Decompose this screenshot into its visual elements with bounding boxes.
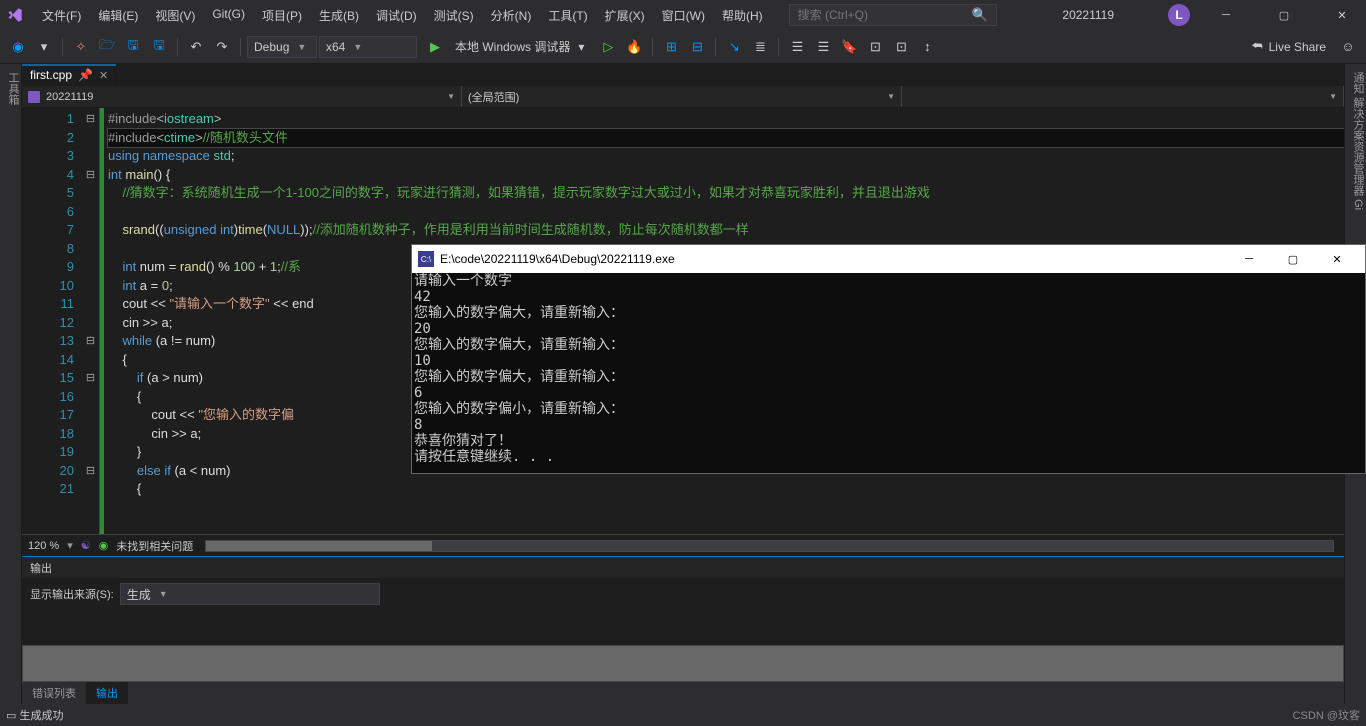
- close-button[interactable]: ✕: [1320, 0, 1364, 30]
- search-icon: 🔍: [971, 7, 987, 23]
- nav-scope-combo[interactable]: (全局范围)▼: [462, 86, 902, 107]
- nav-back-icon[interactable]: ◉: [6, 35, 30, 59]
- console-maximize[interactable]: ▢: [1271, 245, 1315, 273]
- project-icon: [28, 91, 40, 103]
- misc-icon-3[interactable]: ↕: [915, 35, 939, 59]
- main-menu: 文件(F)编辑(E)视图(V)Git(G)项目(P)生成(B)调试(D)测试(S…: [34, 2, 771, 29]
- tab-error-list[interactable]: 错误列表: [22, 682, 86, 704]
- file-tab-first-cpp[interactable]: first.cpp 📌 ✕: [22, 64, 117, 85]
- menu-帮助(H)[interactable]: 帮助(H): [714, 2, 771, 29]
- menu-生成(B)[interactable]: 生成(B): [311, 2, 367, 29]
- menu-视图(V)[interactable]: 视图(V): [147, 2, 203, 29]
- fold-gutter[interactable]: ⊟ ⊟ ⊟ ⊟ ⊟: [82, 108, 100, 534]
- bottom-tabs: 错误列表 输出: [22, 682, 1344, 704]
- editor-tabs: first.cpp 📌 ✕: [22, 64, 1344, 86]
- tab-label: first.cpp: [30, 68, 72, 82]
- console-titlebar[interactable]: C:\ E:\code\20221119\x64\Debug\20221119.…: [412, 245, 1365, 273]
- watermark: CSDN @玟客: [1293, 707, 1360, 723]
- vs-logo-icon: [6, 6, 24, 24]
- console-body[interactable]: 请输入一个数字 42 您输入的数字偏大，请重新输入： 20 您输入的数字偏大，请…: [412, 273, 1365, 473]
- solution-name: 20221119: [1062, 8, 1114, 22]
- output-body[interactable]: [22, 609, 1344, 645]
- comment-icon[interactable]: ☰: [785, 35, 809, 59]
- menu-窗口(W)[interactable]: 窗口(W): [654, 2, 713, 29]
- title-bar: 文件(F)编辑(E)视图(V)Git(G)项目(P)生成(B)调试(D)测试(S…: [0, 0, 1366, 30]
- build-status-icon: ▭: [6, 709, 16, 722]
- new-item-icon[interactable]: ✧: [69, 35, 93, 59]
- uncomment-icon[interactable]: ☰: [811, 35, 835, 59]
- search-box[interactable]: 🔍: [789, 4, 997, 26]
- menu-调试(D)[interactable]: 调试(D): [368, 2, 425, 29]
- misc-icon-1[interactable]: ⊡: [863, 35, 887, 59]
- ok-icon: ◉: [99, 539, 109, 552]
- user-avatar[interactable]: L: [1168, 4, 1190, 26]
- console-title: E:\code\20221119\x64\Debug\20221119.exe: [440, 252, 675, 266]
- menu-文件(F)[interactable]: 文件(F): [34, 2, 89, 29]
- editor-status-strip: 120 % ▾ ☯ ◉ 未找到相关问题: [22, 534, 1344, 556]
- nav-fwd-icon[interactable]: ▾: [32, 35, 56, 59]
- menu-工具(T)[interactable]: 工具(T): [540, 2, 595, 29]
- play-icon[interactable]: ▶: [423, 35, 447, 59]
- redo-icon[interactable]: ↷: [210, 35, 234, 59]
- save-all-icon[interactable]: 🖫: [147, 35, 171, 59]
- config-combo[interactable]: Debug▼: [247, 36, 317, 58]
- issues-status: 未找到相关问题: [116, 538, 193, 554]
- search-input[interactable]: [798, 8, 972, 22]
- console-minimize[interactable]: ─: [1227, 245, 1271, 273]
- undo-icon[interactable]: ↶: [184, 35, 208, 59]
- step-icon[interactable]: ↘: [722, 35, 746, 59]
- menu-测试(S)[interactable]: 测试(S): [426, 2, 482, 29]
- toggle-icon-1[interactable]: ≣: [748, 35, 772, 59]
- maximize-button[interactable]: ▢: [1262, 0, 1306, 30]
- menu-编辑(E)[interactable]: 编辑(E): [90, 2, 146, 29]
- minimize-button[interactable]: ─: [1204, 0, 1248, 30]
- output-panel: 输出 显示输出来源(S): 生成▼ 错误列表 输出: [22, 556, 1344, 704]
- close-tab-icon[interactable]: ✕: [99, 69, 108, 82]
- feedback-icon[interactable]: ☺: [1336, 35, 1360, 59]
- tab-output[interactable]: 输出: [86, 682, 128, 704]
- status-bar: ▭ 生成成功 CSDN @玟客: [0, 704, 1366, 726]
- menu-项目(P)[interactable]: 项目(P): [254, 2, 310, 29]
- play-no-debug-icon[interactable]: ▷: [596, 35, 620, 59]
- console-window: C:\ E:\code\20221119\x64\Debug\20221119.…: [411, 244, 1366, 474]
- debug-target[interactable]: 本地 Windows 调试器 ▾: [449, 36, 590, 58]
- line-number-gutter: 123456789101112131415161718192021: [22, 108, 82, 534]
- h-scrollbar[interactable]: [205, 540, 1334, 552]
- live-share-button[interactable]: ⮪Live Share: [1243, 35, 1334, 58]
- console-icon: C:\: [418, 251, 434, 267]
- platform-combo[interactable]: x64▼: [319, 36, 417, 58]
- open-icon[interactable]: 🗁: [95, 35, 119, 59]
- issues-icon[interactable]: ☯: [81, 539, 91, 552]
- tool-icon-2[interactable]: ⊟: [685, 35, 709, 59]
- zoom-level[interactable]: 120 %: [28, 540, 59, 552]
- output-source-combo[interactable]: 生成▼: [120, 583, 380, 605]
- tool-icon-1[interactable]: ⊞: [659, 35, 683, 59]
- bookmark-icon[interactable]: 🔖: [837, 35, 861, 59]
- nav-bar: 20221119▼ (全局范围)▼ ▼: [22, 86, 1344, 108]
- save-icon[interactable]: 🖫: [121, 35, 145, 59]
- menu-Git(G)[interactable]: Git(G): [204, 2, 253, 29]
- toolbox-rail[interactable]: 工具箱: [0, 64, 22, 704]
- menu-分析(N)[interactable]: 分析(N): [483, 2, 540, 29]
- nav-member-combo[interactable]: ▼: [902, 86, 1344, 107]
- menu-扩展(X)[interactable]: 扩展(X): [597, 2, 653, 29]
- output-source-label: 显示输出来源(S):: [30, 586, 114, 602]
- output-header[interactable]: 输出: [22, 557, 1344, 579]
- output-scrollbar[interactable]: [22, 645, 1344, 683]
- nav-project-combo[interactable]: 20221119▼: [22, 86, 462, 107]
- misc-icon-2[interactable]: ⊡: [889, 35, 913, 59]
- build-status-text: 生成成功: [19, 707, 63, 723]
- console-close[interactable]: ✕: [1315, 245, 1359, 273]
- hot-reload-icon[interactable]: 🔥: [622, 35, 646, 59]
- main-toolbar: ◉ ▾ ✧ 🗁 🖫 🖫 ↶ ↷ Debug▼ x64▼ ▶ 本地 Windows…: [0, 30, 1366, 64]
- pin-icon[interactable]: 📌: [78, 68, 93, 82]
